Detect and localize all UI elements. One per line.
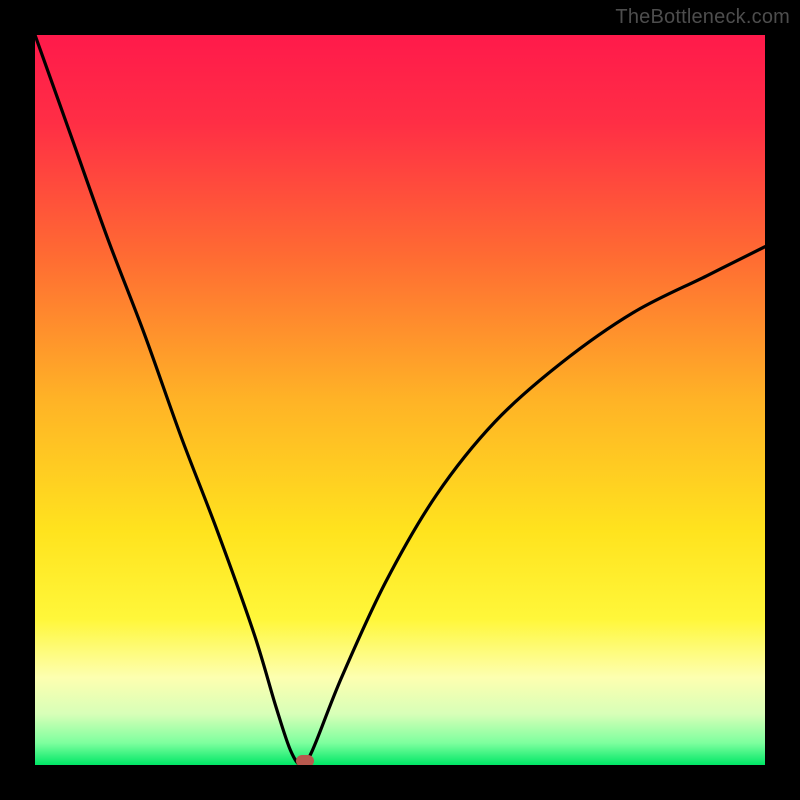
- chart-frame: TheBottleneck.com: [0, 0, 800, 800]
- bottleneck-curve: [35, 35, 765, 765]
- plot-area: [35, 35, 765, 765]
- optimal-point-marker: [296, 755, 314, 765]
- watermark-text: TheBottleneck.com: [615, 6, 790, 29]
